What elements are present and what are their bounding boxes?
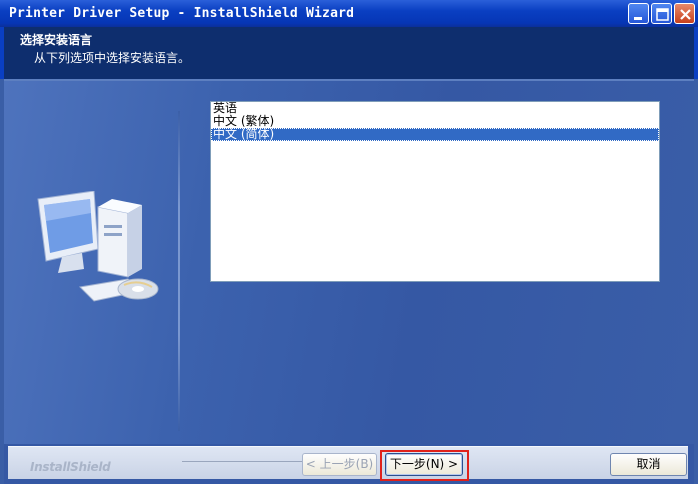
wizard-footer: InstallShield < 上一步(B) 下一步(N) > 取消	[4, 444, 694, 484]
maximize-icon	[656, 8, 669, 21]
minimize-button[interactable]	[628, 3, 649, 24]
language-item-simplified-chinese[interactable]: 中文 (简体)	[211, 128, 659, 141]
installshield-logo: InstallShield	[30, 460, 111, 474]
footer-divider	[182, 461, 306, 462]
next-button-highlight	[380, 450, 469, 481]
close-icon	[680, 9, 691, 20]
window-title: Printer Driver Setup - InstallShield Wiz…	[9, 6, 355, 21]
language-item-english[interactable]: 英语	[211, 102, 659, 115]
header-title: 选择安装语言	[20, 33, 93, 47]
language-list[interactable]: 英语 中文 (繁体) 中文 (简体)	[210, 101, 660, 282]
maximize-button[interactable]	[651, 3, 672, 24]
wizard-header: 选择安装语言 从下列选项中选择安装语言。	[0, 27, 698, 79]
language-item-traditional-chinese[interactable]: 中文 (繁体)	[211, 115, 659, 128]
footer-panel: InstallShield < 上一步(B) 下一步(N) > 取消	[8, 446, 688, 481]
title-bar[interactable]: Printer Driver Setup - InstallShield Wiz…	[0, 0, 698, 27]
header-subtitle: 从下列选项中选择安装语言。	[34, 51, 191, 65]
wizard-body: 英语 中文 (繁体) 中文 (简体)	[4, 81, 694, 444]
cancel-button[interactable]: 取消	[610, 453, 687, 476]
back-button[interactable]: < 上一步(B)	[302, 453, 377, 476]
computer-icon	[37, 191, 159, 302]
minimize-icon	[634, 17, 642, 20]
close-button[interactable]	[674, 3, 695, 24]
vertical-divider	[178, 111, 180, 431]
